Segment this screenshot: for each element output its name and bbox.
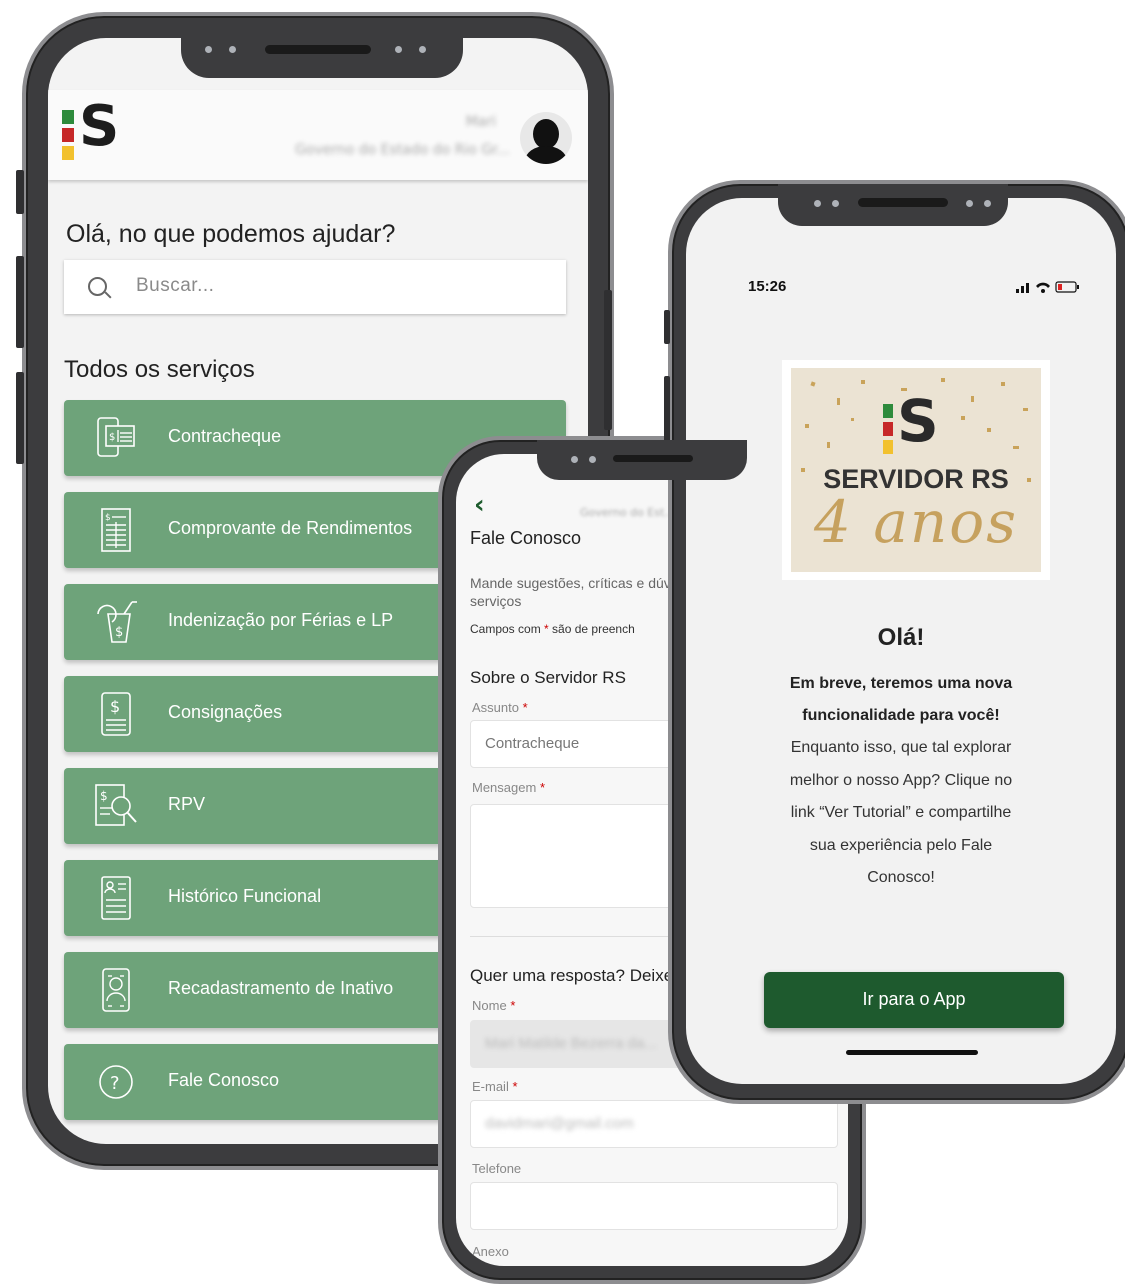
svg-text:$: $ <box>109 432 115 443</box>
name-value: Mari Matilde Bezerra da... <box>485 1035 657 1052</box>
phone-notch <box>181 26 463 78</box>
announcement-screen: 15:26 S SERVIDOR RS 4 anos Olá! Em breve… <box>686 198 1116 1084</box>
service-label: Comprovante de Rendimentos <box>168 518 413 538</box>
search-document-icon: $ <box>95 784 137 826</box>
vacation-drink-icon: $ <box>97 601 137 643</box>
employee-record-icon <box>101 876 131 920</box>
organization-label: Governo do Est... <box>580 506 675 519</box>
mobile-user-icon <box>102 968 130 1012</box>
user-name: Mari <box>465 114 496 130</box>
section-title: Todos os serviços <box>64 356 255 383</box>
banner-subtitle: 4 anos <box>814 488 1018 556</box>
search-input[interactable]: Buscar... <box>64 260 566 314</box>
status-icons <box>1016 281 1079 293</box>
phone-notch <box>537 440 747 480</box>
service-label: Indenização por Férias e LP <box>168 610 394 630</box>
required-fields-note: Campos com * são de preench <box>470 622 635 636</box>
money-document-icon: $ <box>101 692 131 736</box>
paycheck-icon: $ <box>97 417 135 457</box>
service-label: Histórico Funcional <box>168 886 322 906</box>
attachment-label: Anexo <box>472 1244 509 1259</box>
go-to-app-button[interactable]: Ir para o App <box>764 972 1064 1028</box>
subject-label: Assunto * <box>472 700 528 715</box>
name-label: Nome * <box>472 998 516 1013</box>
section-reply: Quer uma resposta? Deixe <box>470 966 674 985</box>
anniversary-banner: S SERVIDOR RS 4 anos <box>782 360 1050 580</box>
modal-message: Enquanto isso, que tal explorar melhor o… <box>789 739 1013 886</box>
help-circle-icon: ? <box>99 1065 133 1099</box>
servidor-rs-logo: S <box>883 392 947 460</box>
svg-text:?: ? <box>110 1073 120 1094</box>
servidor-rs-logo: S <box>62 99 126 162</box>
search-placeholder: Buscar... <box>136 275 215 296</box>
email-value: davidmari@gmail.com <box>485 1115 634 1132</box>
status-time: 15:26 <box>748 278 787 295</box>
svg-text:$: $ <box>100 789 108 803</box>
modal-title: Olá! <box>877 624 925 651</box>
phone-notch <box>778 184 1008 226</box>
phone-mockup-announcement: 15:26 S SERVIDOR RS 4 anos Olá! Em breve… <box>668 180 1125 1104</box>
email-field[interactable]: davidmari@gmail.com <box>470 1100 838 1148</box>
email-label: E-mail * <box>472 1079 518 1094</box>
service-label: Consignações <box>168 702 283 722</box>
service-label: Contracheque <box>168 426 282 446</box>
section-about: Sobre o Servidor RS <box>470 668 626 687</box>
search-icon <box>88 277 107 296</box>
avatar[interactable] <box>520 112 572 164</box>
back-icon[interactable]: ‹ <box>474 490 485 520</box>
svg-text:$: $ <box>110 697 120 716</box>
phone-field[interactable] <box>470 1182 838 1230</box>
phone-label: Telefone <box>472 1161 522 1176</box>
income-receipt-icon: $ <box>101 508 131 552</box>
service-label: Recadastramento de Inativo <box>168 978 394 998</box>
go-to-app-label: Ir para o App <box>862 989 966 1009</box>
message-label: Mensagem * <box>472 780 545 795</box>
page-title: Fale Conosco <box>470 528 582 548</box>
modal-message-bold: Em breve, teremos uma nova funcionalidad… <box>789 675 1013 724</box>
svg-text:$: $ <box>115 625 123 640</box>
service-label: Fale Conosco <box>168 1070 280 1090</box>
subject-value: Contracheque <box>485 735 580 752</box>
wifi-icon <box>1036 282 1050 288</box>
svg-text:$: $ <box>105 513 111 523</box>
service-label: RPV <box>168 794 206 814</box>
app-header: S Mari Governo do Estado do Rio Gr... <box>48 90 588 180</box>
page-title: Olá, no que podemos ajudar? <box>66 220 396 248</box>
user-organization: Governo do Estado do Rio Gr... <box>295 142 510 158</box>
home-indicator[interactable] <box>846 1050 978 1055</box>
